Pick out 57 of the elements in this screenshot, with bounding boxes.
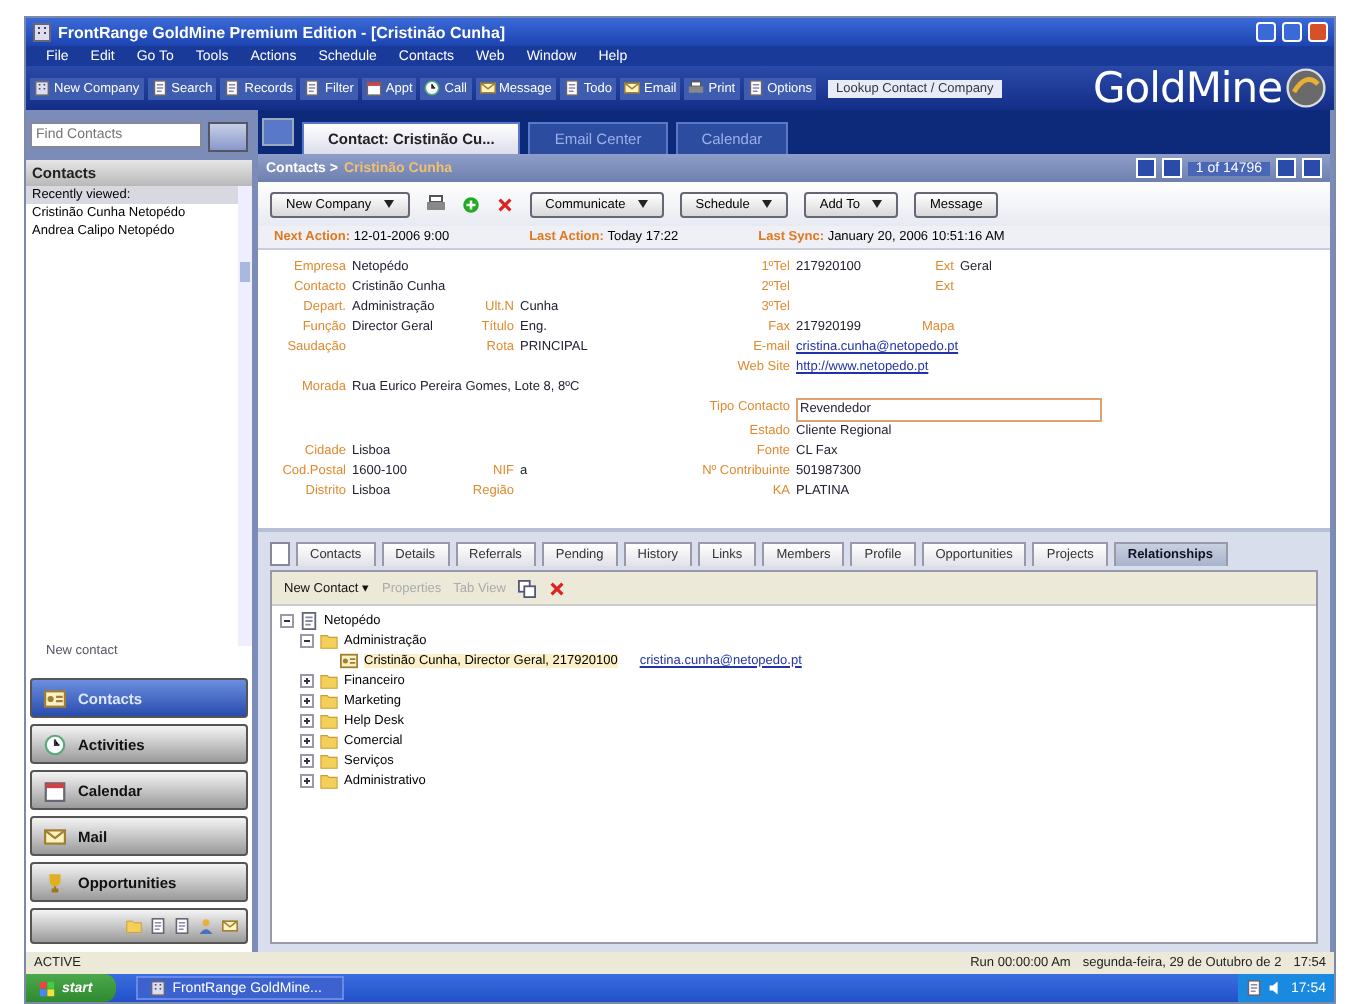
caret-icon xyxy=(761,199,772,207)
windows-flag-icon xyxy=(38,979,56,997)
expand-icon[interactable] xyxy=(300,693,314,707)
window-title: FrontRange GoldMine Premium Edition - [Cristinão Cunha] xyxy=(58,23,508,41)
folder-icon xyxy=(126,918,142,934)
contact-card-icon xyxy=(340,651,358,669)
building-icon xyxy=(34,80,50,96)
collapse-icon[interactable] xyxy=(300,633,314,647)
calendar-icon xyxy=(365,80,382,96)
app-icon xyxy=(150,980,167,996)
page-icon xyxy=(151,80,168,96)
caret-icon xyxy=(383,199,394,207)
page-icon xyxy=(150,918,166,934)
search-button[interactable] xyxy=(208,122,248,152)
calendar-icon xyxy=(44,779,66,801)
expand-icon[interactable] xyxy=(300,773,314,787)
next-record-button[interactable] xyxy=(1276,158,1296,178)
envelope-icon xyxy=(44,825,66,847)
clock-icon xyxy=(424,80,441,96)
app-icon xyxy=(32,22,52,42)
logo: GoldMine xyxy=(1093,66,1282,110)
caret-icon xyxy=(871,199,882,207)
envelope-icon xyxy=(479,80,495,96)
tray-icon xyxy=(1246,980,1263,996)
document-icon xyxy=(300,611,318,629)
expand-icon[interactable] xyxy=(300,713,314,727)
page-icon xyxy=(304,80,321,96)
page-icon xyxy=(563,80,580,96)
delete-icon xyxy=(547,579,566,597)
first-record-button[interactable] xyxy=(1135,158,1156,178)
minimize-button[interactable] xyxy=(1256,22,1276,42)
person-icon xyxy=(198,918,214,934)
close-button[interactable] xyxy=(1308,22,1328,42)
collapse-icon[interactable] xyxy=(280,613,294,627)
add-icon xyxy=(461,195,480,213)
page-icon xyxy=(224,80,241,96)
printer-icon xyxy=(688,80,705,96)
last-record-button[interactable] xyxy=(1302,158,1322,178)
globe-icon xyxy=(1286,68,1326,108)
caret-icon xyxy=(637,199,648,207)
copy-icon xyxy=(517,579,536,597)
delete-icon xyxy=(495,195,514,213)
envelope-icon xyxy=(222,918,238,934)
envelope-icon xyxy=(623,80,640,96)
clock-icon xyxy=(44,733,66,755)
page-icon xyxy=(174,918,190,934)
maximize-button[interactable] xyxy=(1282,22,1302,42)
trophy-icon xyxy=(44,871,66,893)
printer-icon xyxy=(425,194,446,214)
contact-card-icon xyxy=(44,687,66,709)
tabs-menu-button[interactable] xyxy=(270,542,290,566)
previous-record-button[interactable] xyxy=(1161,158,1182,178)
expand-icon[interactable] xyxy=(300,673,314,687)
page-icon xyxy=(747,80,764,96)
folder-icon xyxy=(320,631,338,649)
expand-icon[interactable] xyxy=(300,733,314,747)
expand-icon[interactable] xyxy=(300,753,314,767)
